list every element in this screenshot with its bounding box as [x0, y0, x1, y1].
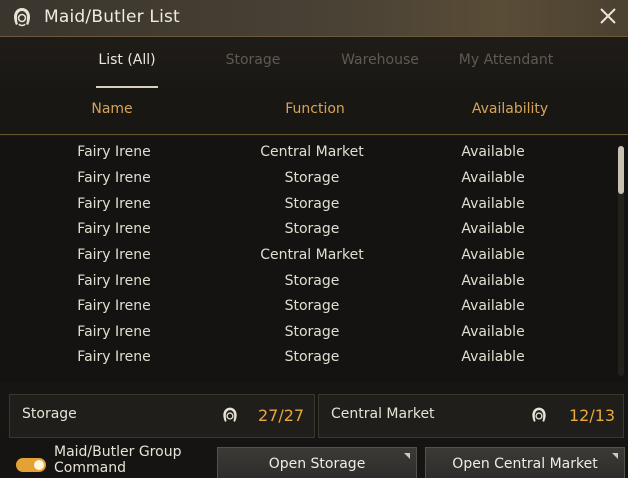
- row-availability: Available: [461, 196, 525, 212]
- row-function: Storage: [284, 298, 340, 314]
- row-availability: Available: [461, 349, 525, 365]
- title-bar[interactable]: Maid/Butler List: [0, 0, 628, 37]
- list-row[interactable]: Fairy Irene Storage Available: [0, 293, 610, 319]
- row-availability: Available: [461, 273, 525, 289]
- tab-warehouse[interactable]: Warehouse: [332, 38, 428, 88]
- row-function: Storage: [284, 196, 340, 212]
- row-name: Fairy Irene: [77, 247, 151, 263]
- list-row[interactable]: Fairy Irene Storage Available: [0, 165, 610, 191]
- tab-list-all[interactable]: List (All): [90, 38, 164, 88]
- list-row[interactable]: Fairy Irene Storage Available: [0, 319, 610, 345]
- popout-icon: [404, 453, 410, 459]
- central-market-count: 12/13: [569, 406, 616, 425]
- open-central-market-label: Open Central Market: [452, 456, 598, 472]
- open-storage-label: Open Storage: [268, 456, 366, 472]
- column-function[interactable]: Function: [250, 88, 380, 130]
- central-market-summary: Central Market 12/13: [318, 394, 624, 438]
- maid-butler-window: Maid/Butler List List (All) Storage Ware…: [0, 0, 628, 478]
- column-availability[interactable]: Availability: [450, 88, 570, 130]
- tab-my-attendant[interactable]: My Attendant: [452, 38, 560, 88]
- list-row[interactable]: Fairy Irene Central Market Available: [0, 242, 610, 268]
- group-command-toggle[interactable]: [16, 458, 46, 472]
- central-market-summary-label: Central Market: [331, 406, 435, 422]
- row-name: Fairy Irene: [77, 273, 151, 289]
- row-name: Fairy Irene: [77, 170, 151, 186]
- row-function: Storage: [284, 221, 340, 237]
- maid-icon: [223, 407, 237, 422]
- list-row[interactable]: Fairy Irene Storage Available: [0, 268, 610, 294]
- group-command-label-line1: Maid/Butler Group: [54, 444, 182, 460]
- list-row[interactable]: Fairy Irene Central Market Available: [0, 139, 610, 165]
- group-command-label: Maid/Butler Group Command: [54, 444, 181, 476]
- row-availability: Available: [461, 144, 525, 160]
- maid-icon: [532, 407, 546, 422]
- scroll-thumb[interactable]: [618, 146, 624, 194]
- tab-bar: List (All) Storage Warehouse My Attendan…: [0, 38, 628, 88]
- window-title: Maid/Butler List: [44, 7, 180, 27]
- open-storage-button[interactable]: Open Storage: [217, 447, 417, 478]
- storage-summary-label: Storage: [22, 406, 77, 422]
- list-scrollbar[interactable]: [618, 146, 624, 376]
- row-name: Fairy Irene: [77, 144, 151, 160]
- column-header: Name Function Availability: [0, 88, 628, 135]
- storage-count: 27/27: [258, 406, 305, 425]
- row-availability: Available: [461, 221, 525, 237]
- row-name: Fairy Irene: [77, 324, 151, 340]
- group-command-label-line2: Command: [54, 460, 126, 476]
- row-function: Storage: [284, 170, 340, 186]
- close-icon[interactable]: [596, 4, 620, 28]
- list-row[interactable]: Fairy Irene Storage Available: [0, 344, 610, 370]
- toggle-knob: [34, 460, 44, 470]
- row-availability: Available: [461, 298, 525, 314]
- row-availability: Available: [461, 247, 525, 263]
- popout-icon: [612, 453, 618, 459]
- maid-icon: [14, 8, 30, 27]
- open-central-market-button[interactable]: Open Central Market: [425, 447, 625, 478]
- storage-summary: Storage 27/27: [9, 394, 315, 438]
- row-function: Storage: [284, 273, 340, 289]
- maid-list: Fairy Irene Central Market Available Fai…: [0, 136, 628, 382]
- row-name: Fairy Irene: [77, 221, 151, 237]
- row-function: Storage: [284, 349, 340, 365]
- list-row[interactable]: Fairy Irene Storage Available: [0, 216, 610, 242]
- row-function: Central Market: [260, 247, 364, 263]
- row-availability: Available: [461, 170, 525, 186]
- row-function: Storage: [284, 324, 340, 340]
- column-name[interactable]: Name: [62, 88, 162, 130]
- row-function: Central Market: [260, 144, 364, 160]
- tab-storage[interactable]: Storage: [214, 38, 292, 88]
- list-row[interactable]: Fairy Irene Storage Available: [0, 191, 610, 217]
- row-availability: Available: [461, 324, 525, 340]
- row-name: Fairy Irene: [77, 298, 151, 314]
- row-name: Fairy Irene: [77, 349, 151, 365]
- row-name: Fairy Irene: [77, 196, 151, 212]
